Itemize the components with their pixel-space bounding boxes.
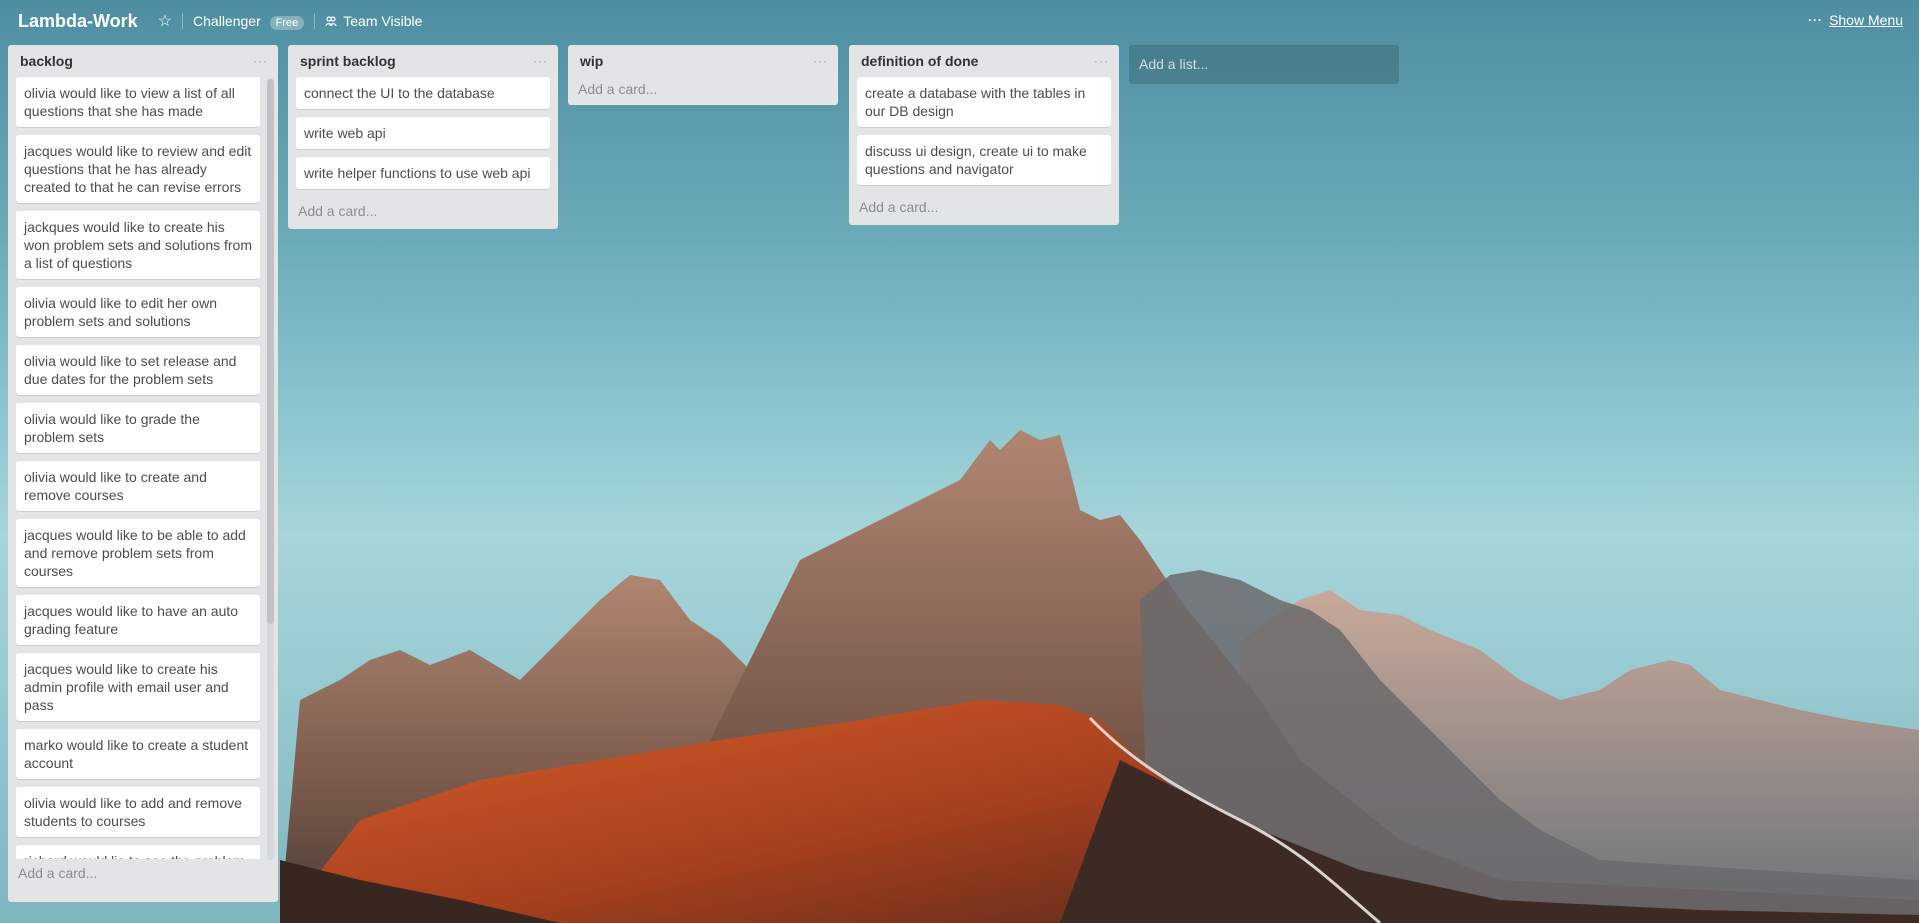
card[interactable]: olivia would like to add and remove stud…	[16, 787, 260, 837]
list-menu-icon[interactable]: ···	[813, 54, 828, 68]
visibility-label: Team Visible	[343, 13, 423, 29]
add-card-button[interactable]: Add a card...	[849, 193, 1119, 225]
list-title[interactable]: sprint backlog	[300, 53, 396, 69]
add-list-button[interactable]: Add a list...	[1129, 45, 1399, 84]
add-card-button[interactable]: Add a card...	[288, 197, 558, 229]
card[interactable]: write helper functions to use web api	[296, 157, 550, 189]
list-backlog: backlog ··· olivia would like to view a …	[8, 45, 278, 902]
team-icon	[325, 16, 337, 27]
card[interactable]: jackques would like to create his won pr…	[16, 211, 260, 279]
card-list: create a database with the tables in our…	[849, 77, 1119, 185]
show-menu-button[interactable]: ··· Show Menu	[1808, 12, 1903, 28]
card-list: olivia would like to view a list of all …	[8, 77, 278, 859]
org-plan-badge: Free	[269, 15, 305, 30]
card[interactable]: connect the UI to the database	[296, 77, 550, 109]
card[interactable]: olivia would like to set release and due…	[16, 345, 260, 395]
list-menu-icon[interactable]: ···	[253, 54, 268, 68]
star-icon[interactable]: ☆	[158, 11, 172, 31]
card-list: connect the UI to the database write web…	[288, 77, 558, 189]
org-name: Challenger	[193, 12, 261, 29]
card[interactable]: marko would like to create a student acc…	[16, 729, 260, 779]
header-divider	[314, 13, 316, 29]
card[interactable]: olivia would like to grade the problem s…	[16, 403, 260, 453]
card[interactable]: create a database with the tables in our…	[857, 77, 1111, 127]
list-title[interactable]: backlog	[20, 53, 73, 69]
list-header: wip ···	[568, 45, 838, 77]
list-header: definition of done ···	[849, 45, 1119, 77]
menu-dots-icon: ···	[1808, 13, 1824, 27]
card[interactable]: write web api	[296, 117, 550, 149]
card[interactable]: olivia would like to view a list of all …	[16, 77, 260, 127]
list-menu-icon[interactable]: ···	[533, 54, 548, 68]
card[interactable]: olivia would like to create and remove c…	[16, 461, 260, 511]
list-header: sprint backlog ···	[288, 45, 558, 77]
card[interactable]: discuss ui design, create ui to make que…	[857, 135, 1111, 185]
card[interactable]: jacques would like to review and edit qu…	[16, 135, 260, 203]
board-title[interactable]: Lambda-Work	[18, 11, 138, 32]
board-header: Lambda-Work ☆ Challenger Free Team Visib…	[0, 0, 1919, 42]
header-divider	[182, 13, 184, 29]
list-menu-icon[interactable]: ···	[1094, 54, 1109, 68]
list-wip: wip ··· Add a card...	[568, 45, 838, 105]
list-header: backlog ···	[8, 45, 278, 77]
list-sprint-backlog: sprint backlog ··· connect the UI to the…	[288, 45, 558, 229]
list-title[interactable]: definition of done	[861, 53, 978, 69]
add-card-button[interactable]: Add a card...	[568, 77, 838, 105]
add-card-button[interactable]: Add a card...	[8, 859, 278, 891]
card[interactable]: richard would lie to see the problem set…	[16, 845, 260, 859]
scrollbar-thumb[interactable]	[267, 79, 274, 624]
card[interactable]: jacques would like to have an auto gradi…	[16, 595, 260, 645]
card[interactable]: jacques would like to be able to add and…	[16, 519, 260, 587]
list-title[interactable]: wip	[580, 53, 603, 69]
card[interactable]: jacques would like to create his admin p…	[16, 653, 260, 721]
list-definition-of-done: definition of done ··· create a database…	[849, 45, 1119, 225]
card[interactable]: olivia would like to edit her own proble…	[16, 287, 260, 337]
show-menu-label: Show Menu	[1829, 12, 1903, 28]
visibility-button[interactable]: Team Visible	[325, 13, 422, 29]
org-name-button[interactable]: Challenger Free	[193, 12, 305, 30]
